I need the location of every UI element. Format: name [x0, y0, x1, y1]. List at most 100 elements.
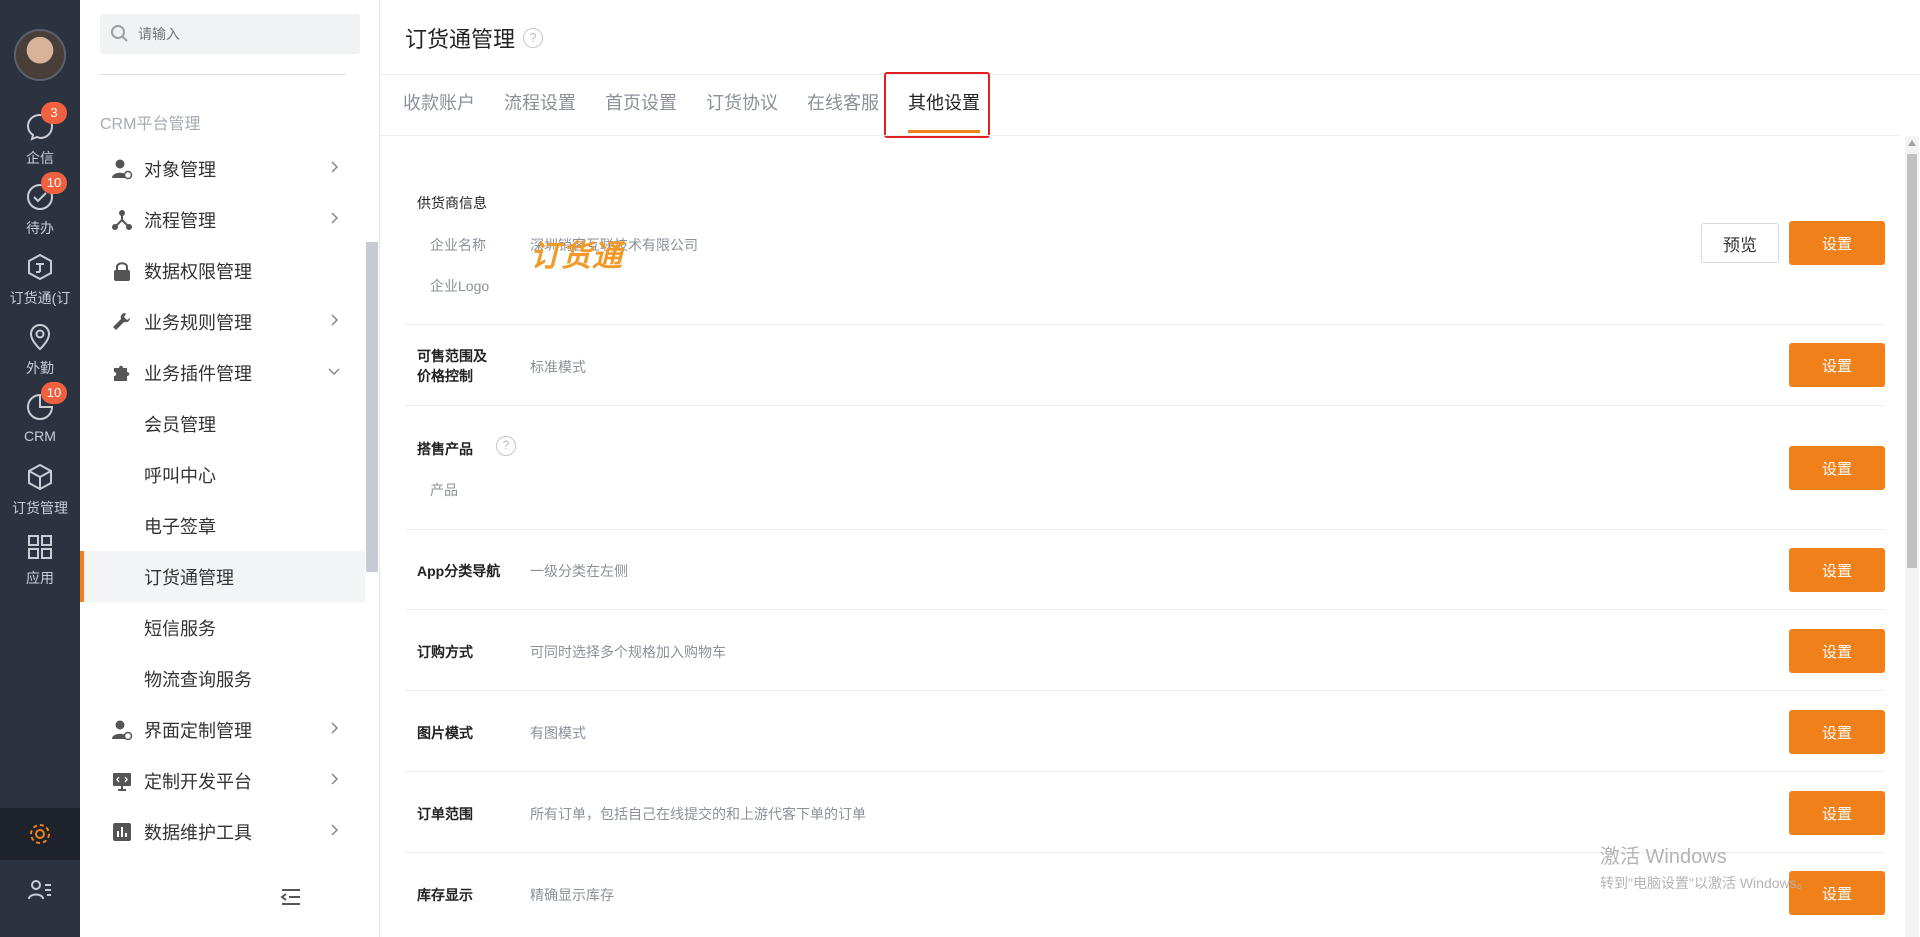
chevron-right-icon [331, 314, 339, 326]
section-app-nav: App分类导航 一级分类在左侧 设置 [405, 530, 1885, 610]
section-order-mode: 订购方式 可同时选择多个规格加入购物车 设置 [405, 610, 1885, 691]
nav-search[interactable] [100, 14, 360, 54]
rail-item-field[interactable]: 外勤 [0, 322, 80, 382]
pie-chart-icon: 10 [23, 382, 67, 426]
section-bundle-products: 搭售产品 ? 产品 设置 [405, 406, 1885, 530]
rail-item-crm[interactable]: 10 CRM [0, 382, 80, 452]
user-list-button[interactable] [0, 868, 80, 912]
chevron-right-icon [331, 773, 339, 785]
app-nav-value: 一级分类在左侧 [530, 563, 628, 579]
scroll-up-arrow[interactable] [1908, 140, 1916, 146]
puzzle-icon [108, 362, 136, 384]
windows-activation-watermark: 激活 Windows 转到"电脑设置"以激活 Windows。 [1600, 846, 1811, 891]
location-pin-icon [23, 322, 57, 356]
order-scope-value: 所有订单，包括自己在线提交的和上游代客下单的订单 [530, 806, 866, 822]
grid-apps-icon [23, 532, 57, 566]
app-rail: 3 企信 10 待办 订货通(订 外勤 10 CRM 订货管理 应用 [0, 0, 80, 937]
badge-crm: 10 [41, 382, 67, 404]
chevron-right-icon [331, 722, 339, 734]
nav-item-sms-service[interactable]: 短信服务 [80, 602, 365, 653]
nav-item-data-maintenance[interactable]: 数据维护工具 [80, 806, 365, 857]
nav-item-object-manage[interactable]: 对象管理 [80, 143, 365, 194]
main-scrollbar[interactable] [1905, 136, 1919, 937]
bar-chart-icon [108, 821, 136, 843]
rail-item-order-manage[interactable]: 订货管理 [0, 462, 80, 522]
hexagon-store-icon [23, 252, 57, 286]
set-button-app-nav[interactable]: 设置 [1789, 548, 1885, 592]
sale-scope-label-1: 可售范围及 [417, 348, 487, 364]
image-mode-value: 有图模式 [530, 725, 586, 741]
divider [100, 74, 346, 75]
nav-item-business-plugins[interactable]: 业务插件管理 [80, 347, 365, 398]
scroll-thumb[interactable] [1907, 154, 1917, 568]
nav-item-ui-customize[interactable]: 界面定制管理 [80, 704, 365, 755]
order-mode-label: 订购方式 [417, 644, 473, 660]
tab-highlight-box [884, 72, 990, 138]
company-name-label: 企业名称 [430, 237, 486, 253]
stock-display-value: 精确显示库存 [530, 887, 614, 903]
nav-item-dinghuotong-manage[interactable]: 订货通管理 [80, 551, 365, 602]
tab-online-service[interactable]: 在线客服 [807, 75, 879, 135]
preview-button[interactable]: 预览 [1701, 223, 1779, 263]
nav-item-flow-manage[interactable]: 流程管理 [80, 194, 365, 245]
nav-item-custom-dev[interactable]: 定制开发平台 [80, 755, 365, 806]
collapse-menu-icon[interactable] [280, 888, 302, 906]
order-mode-value: 可同时选择多个规格加入购物车 [530, 644, 726, 660]
rail-item-dinghuotong[interactable]: 订货通(订 [0, 252, 80, 312]
bundle-products-label: 搭售产品 [417, 441, 473, 457]
set-button-order-mode[interactable]: 设置 [1789, 629, 1885, 673]
check-circle-icon: 10 [23, 172, 67, 216]
nav-item-logistics-query[interactable]: 物流查询服务 [80, 653, 365, 704]
code-monitor-icon [108, 770, 136, 792]
sale-scope-value: 标准模式 [530, 359, 586, 375]
badge-todo: 10 [41, 172, 67, 194]
tab-order-agreement[interactable]: 订货协议 [706, 75, 778, 135]
avatar[interactable] [14, 29, 66, 81]
settings-nav: CRM平台管理 对象管理 流程管理 数据权限管理 业务规则管理 业务插件管理 会… [80, 0, 380, 937]
chevron-down-icon [328, 368, 340, 376]
set-button-scope[interactable]: 设置 [1789, 343, 1885, 387]
search-input[interactable] [138, 26, 338, 42]
section-supplier-info: 供货商信息 企业名称 深圳销客互联技术有限公司 企业Logo 订货通 预览 设置 [405, 136, 1885, 325]
cube-icon [23, 462, 57, 496]
tab-payment-account[interactable]: 收款账户 [403, 75, 475, 135]
badge-qixin: 3 [41, 102, 67, 124]
set-button-bundle[interactable]: 设置 [1789, 446, 1885, 490]
chevron-right-icon [331, 212, 339, 224]
set-button-supplier[interactable]: 设置 [1789, 221, 1885, 265]
nav-item-call-center[interactable]: 呼叫中心 [80, 449, 365, 500]
settings-button[interactable] [0, 808, 80, 860]
set-button-image-mode[interactable]: 设置 [1789, 710, 1885, 754]
page-title: 订货通管理 [405, 27, 516, 52]
rail-item-qixin[interactable]: 3 企信 [0, 102, 80, 172]
nav-item-e-signature[interactable]: 电子签章 [80, 500, 365, 551]
nav-section-title: CRM平台管理 [100, 116, 201, 133]
set-button-order-scope[interactable]: 设置 [1789, 791, 1885, 835]
nav-item-business-rules[interactable]: 业务规则管理 [80, 296, 365, 347]
gear-icon [30, 824, 50, 844]
tab-flow-settings[interactable]: 流程设置 [504, 75, 576, 135]
nav-scrollbar[interactable] [366, 242, 378, 572]
rail-item-apps[interactable]: 应用 [0, 532, 80, 592]
section-sale-scope: 可售范围及 价格控制 标准模式 设置 [405, 325, 1885, 406]
user-list-icon [28, 880, 51, 900]
rail-item-todo[interactable]: 10 待办 [0, 172, 80, 242]
help-icon[interactable]: ? [496, 436, 516, 456]
nav-item-member-manage[interactable]: 会员管理 [80, 398, 365, 449]
chat-icon: 3 [23, 102, 67, 146]
flow-nodes-icon [108, 209, 136, 231]
search-icon [111, 25, 128, 42]
chevron-right-icon [331, 824, 339, 836]
chevron-right-icon [331, 161, 339, 173]
nav-item-data-permission[interactable]: 数据权限管理 [80, 245, 365, 296]
user-settings-icon [108, 719, 136, 741]
lock-icon [108, 260, 136, 282]
order-scope-label: 订单范围 [417, 806, 473, 822]
bundle-products-sub-label: 产品 [430, 482, 458, 498]
stock-display-label: 库存显示 [417, 887, 473, 903]
company-logo-label: 企业Logo [430, 278, 490, 294]
tab-home-settings[interactable]: 首页设置 [605, 75, 677, 135]
main-content: 订货通管理 ? 收款账户 流程设置 首页设置 订货协议 在线客服 其他设置 供货… [380, 0, 1920, 937]
wrench-icon [108, 311, 136, 333]
help-icon[interactable]: ? [523, 28, 544, 48]
